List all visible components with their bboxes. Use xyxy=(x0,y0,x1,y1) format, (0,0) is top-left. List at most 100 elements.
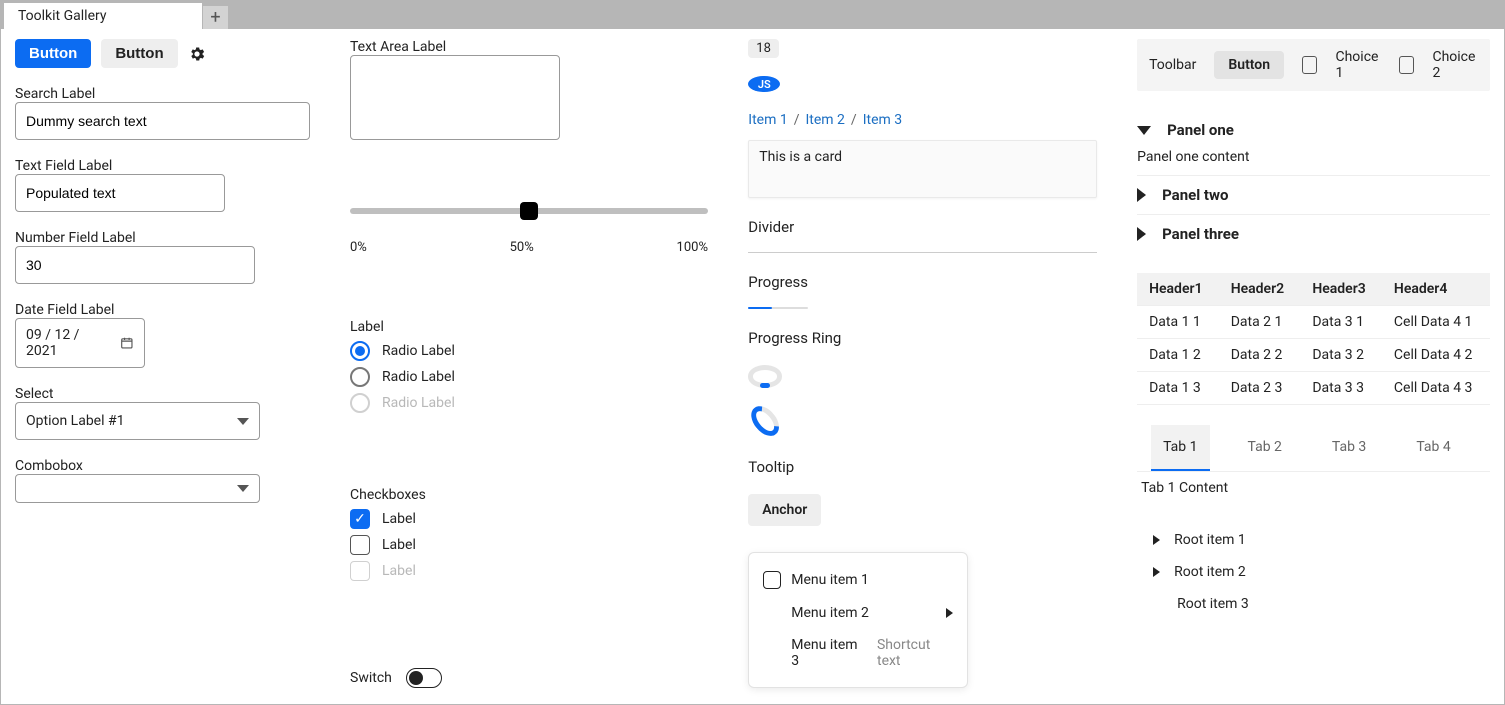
menu: Menu item 1 Menu item 2 Menu item 3 Shor… xyxy=(748,552,968,688)
toolbar-label: Toolbar xyxy=(1149,57,1196,73)
breadcrumb-item[interactable]: Item 3 xyxy=(863,112,902,128)
combobox-input[interactable] xyxy=(15,474,260,503)
menu-item-label: Menu item 2 xyxy=(791,605,869,621)
tab[interactable]: Tab 3 xyxy=(1320,425,1378,471)
select-input[interactable]: Option Label #1 xyxy=(15,402,260,440)
accordion-panel-header[interactable]: Panel two xyxy=(1137,175,1490,214)
radio-option[interactable]: Radio Label xyxy=(350,367,708,387)
tab[interactable]: Tab 2 xyxy=(1236,425,1294,471)
card: This is a card xyxy=(748,140,1097,197)
switch[interactable] xyxy=(406,668,442,688)
column-header[interactable]: Header3 xyxy=(1300,273,1382,306)
tooltip-label: Tooltip xyxy=(748,458,1097,476)
menu-item-submenu[interactable]: Menu item 2 xyxy=(763,597,953,629)
number-input[interactable] xyxy=(15,246,255,284)
checkbox-option-disabled: Label xyxy=(350,561,708,581)
radio-group-label: Label xyxy=(350,319,708,335)
tab[interactable]: Tab 4 xyxy=(1404,425,1462,471)
checkbox-label: Label xyxy=(382,537,416,553)
checkbox-option[interactable]: ✓ Label xyxy=(350,509,708,529)
checkbox-icon: ✓ xyxy=(350,509,370,529)
tree-item-label: Root item 1 xyxy=(1174,532,1246,548)
breadcrumb-item[interactable]: Item 1 xyxy=(748,112,787,128)
toolbar: Toolbar Button Choice 1 Choice 2 xyxy=(1137,39,1490,91)
search-label: Search Label xyxy=(15,86,310,102)
chevron-down-icon xyxy=(237,418,249,425)
radio-option-disabled: Radio Label xyxy=(350,393,708,413)
checkbox-icon xyxy=(350,561,370,581)
progress-ring xyxy=(748,365,782,387)
combobox-label: Combobox xyxy=(15,458,310,474)
accordion-panel-title: Panel two xyxy=(1162,186,1228,204)
text-input[interactable] xyxy=(15,174,225,212)
checkbox-group-label: Checkboxes xyxy=(350,487,708,503)
slider-tick: 50% xyxy=(510,240,534,255)
tree-item[interactable]: Root item 2 xyxy=(1137,556,1490,588)
radio-label: Radio Label xyxy=(382,343,455,359)
progress-ring-indeterminate xyxy=(746,401,785,441)
new-tab-button[interactable]: + xyxy=(203,5,229,29)
date-field-label: Date Field Label xyxy=(15,302,310,318)
tree-item[interactable]: Root item 3 xyxy=(1137,588,1490,620)
accordion-panel-header[interactable]: Panel one xyxy=(1137,111,1490,149)
text-field-label: Text Field Label xyxy=(15,158,310,174)
neutral-button[interactable]: Button xyxy=(101,39,177,68)
accordion-panel-header[interactable]: Panel three xyxy=(1137,214,1490,253)
tab[interactable]: Tab 1 xyxy=(1151,425,1209,471)
date-value: 09 / 12 / 2021 xyxy=(26,327,112,359)
card-text: This is a card xyxy=(759,149,842,165)
tree: Root item 1 Root item 2 Root item 3 xyxy=(1137,524,1490,620)
breadcrumb: Item 1 / Item 2 / Item 3 xyxy=(748,112,1097,128)
switch-label: Switch xyxy=(350,670,392,686)
table-row[interactable]: Data 1 2Data 2 2Data 3 2Cell Data 4 2 xyxy=(1137,339,1490,372)
column-header[interactable]: Header2 xyxy=(1219,273,1301,306)
slider[interactable] xyxy=(350,208,708,214)
select-label: Select xyxy=(15,386,310,402)
tree-item-label: Root item 2 xyxy=(1174,564,1246,580)
chevron-right-icon xyxy=(946,608,953,618)
menu-item[interactable]: Menu item 1 xyxy=(763,563,953,597)
toolbar-checkbox[interactable] xyxy=(1399,56,1414,74)
table-row[interactable]: Data 1 3Data 2 3Data 3 3Cell Data 4 3 xyxy=(1137,372,1490,405)
tree-item[interactable]: Root item 1 xyxy=(1137,524,1490,556)
search-input[interactable] xyxy=(15,102,310,140)
gear-icon[interactable] xyxy=(188,45,206,63)
accordion-panel-body: Panel one content xyxy=(1137,149,1490,175)
calendar-icon xyxy=(120,336,134,350)
tree-item-label: Root item 3 xyxy=(1177,596,1249,612)
window-tab-bar: Toolkit Gallery + xyxy=(1,1,1504,29)
toolbar-checkbox[interactable] xyxy=(1302,56,1317,74)
column-header[interactable]: Header1 xyxy=(1137,273,1219,306)
date-input[interactable]: 09 / 12 / 2021 xyxy=(15,318,145,368)
accordion-panel-title: Panel one xyxy=(1167,121,1234,139)
chevron-right-icon xyxy=(1153,567,1160,577)
tooltip-anchor-button[interactable]: Anchor xyxy=(748,494,821,526)
breadcrumb-item[interactable]: Item 2 xyxy=(805,112,844,128)
menu-item[interactable]: Menu item 3 Shortcut text xyxy=(763,629,953,677)
primary-button[interactable]: Button xyxy=(15,39,91,68)
textarea-input[interactable] xyxy=(350,55,560,140)
toolbar-choice-label: Choice 2 xyxy=(1432,49,1478,81)
column-header[interactable]: Header4 xyxy=(1382,273,1490,306)
data-grid: Header1 Header2 Header3 Header4 Data 1 1… xyxy=(1137,273,1490,405)
radio-option[interactable]: Radio Label xyxy=(350,341,708,361)
badge: 18 xyxy=(748,39,779,58)
radio-label: Radio Label xyxy=(382,395,455,411)
chevron-down-icon xyxy=(237,485,249,492)
divider-label: Divider xyxy=(748,218,1097,236)
accordion: Panel one Panel one content Panel two Pa… xyxy=(1137,111,1490,253)
toolbar-button[interactable]: Button xyxy=(1214,51,1284,79)
slider-tick: 0% xyxy=(350,240,367,255)
chevron-right-icon xyxy=(1137,188,1146,202)
accordion-panel-title: Panel three xyxy=(1162,225,1239,243)
checkbox-option[interactable]: Label xyxy=(350,535,708,555)
window-tab[interactable]: Toolkit Gallery xyxy=(3,2,203,29)
divider xyxy=(748,252,1097,253)
chevron-down-icon xyxy=(1137,126,1151,135)
checkbox-label: Label xyxy=(382,511,416,527)
menu-item-label: Menu item 1 xyxy=(791,572,869,588)
table-row[interactable]: Data 1 1Data 2 1Data 3 1Cell Data 4 1 xyxy=(1137,306,1490,339)
slider-thumb[interactable] xyxy=(520,202,538,220)
avatar: JS xyxy=(748,76,780,92)
textarea-label: Text Area Label xyxy=(350,39,708,55)
